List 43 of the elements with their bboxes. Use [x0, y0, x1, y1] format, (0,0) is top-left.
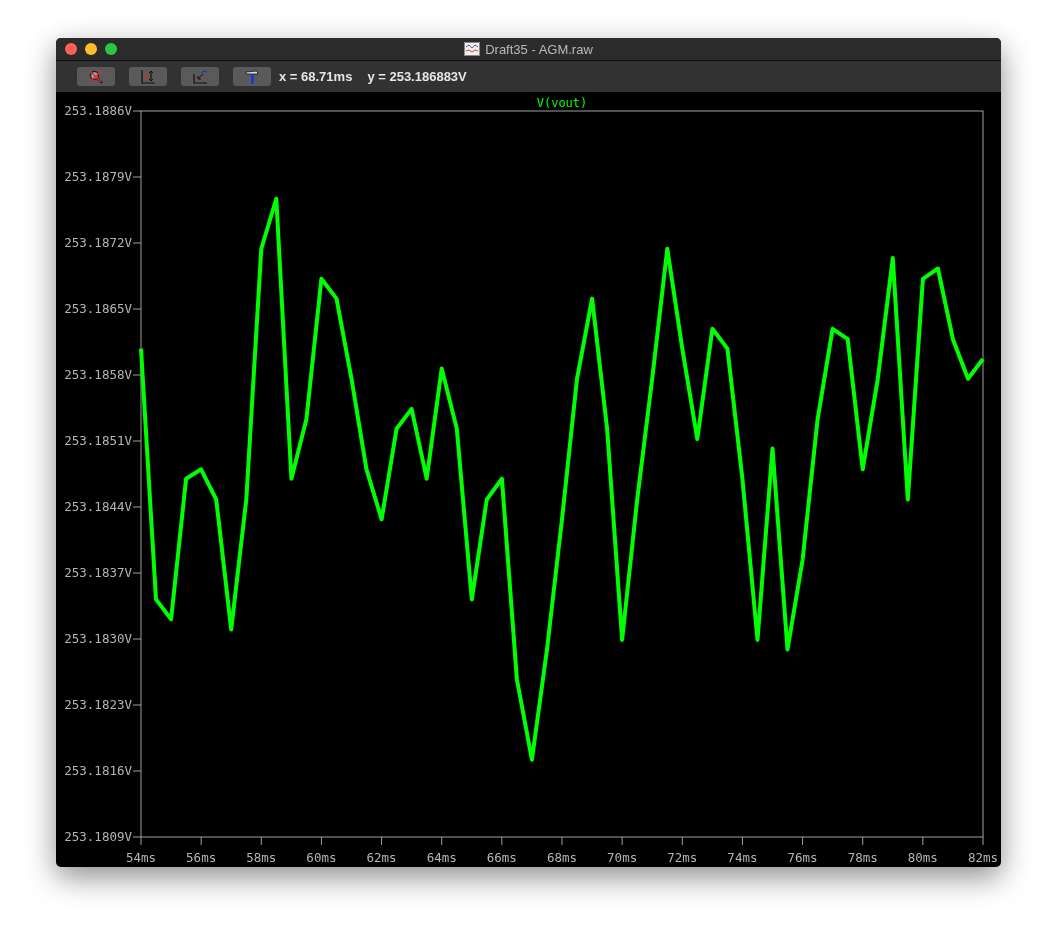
toolbar-button[interactable]: [181, 67, 219, 86]
y-tick-label: 253.1872V: [64, 235, 132, 250]
x-tick-label: 56ms: [186, 850, 217, 865]
y-tick-label: 253.1879V: [64, 169, 132, 184]
y-tick-label: 253.1837V: [64, 565, 132, 580]
chart-title: V(vout): [536, 96, 588, 110]
x-tick-label: 66ms: [486, 850, 517, 865]
x-tick-label: 78ms: [847, 850, 878, 865]
y-tick-label: 253.1865V: [64, 301, 132, 316]
toolbar-button[interactable]: [129, 67, 167, 86]
toolbar-button[interactable]: [77, 67, 115, 86]
x-tick-label: 54ms: [125, 850, 157, 865]
x-tick-label: 82ms: [967, 850, 999, 865]
x-tick-label: 70ms: [607, 850, 638, 865]
graph-arrow-icon: [192, 68, 208, 85]
axis-arrows-icon: [140, 68, 156, 85]
x-tick-label: 76ms: [787, 850, 818, 865]
x-tick-label: 72ms: [667, 850, 698, 865]
x-tick-label: 74ms: [727, 850, 758, 865]
x-tick-label: 68ms: [546, 850, 578, 865]
y-tick-label: 253.1830V: [64, 631, 132, 646]
minimize-button[interactable]: [85, 43, 97, 55]
magnifier-cross-icon: [88, 68, 104, 85]
close-button[interactable]: [65, 43, 77, 55]
y-tick-label: 253.1886V: [64, 103, 132, 118]
toolbar-button[interactable]: [233, 67, 271, 86]
x-tick-label: 64ms: [426, 850, 457, 865]
x-tick-label: 62ms: [366, 850, 397, 865]
cursor-x-readout: x = 68.71ms: [279, 69, 353, 84]
y-tick-label: 253.1851V: [64, 433, 132, 448]
y-tick-label: 253.1809V: [64, 829, 132, 844]
y-tick-label: 253.1858V: [64, 367, 132, 382]
y-tick-label: 253.1823V: [64, 697, 132, 712]
x-tick-label: 60ms: [306, 850, 337, 865]
cursor-y-readout: y = 253.186883V: [367, 69, 467, 84]
y-tick-label: 253.1844V: [64, 499, 132, 514]
x-tick-label: 80ms: [907, 850, 938, 865]
y-tick-label: 253.1816V: [64, 763, 132, 778]
hammer-icon: [244, 68, 260, 85]
waveform-document-icon: [464, 42, 481, 56]
window-title: Draft35 - AGM.raw: [485, 41, 593, 57]
maximize-button[interactable]: [105, 43, 117, 55]
x-tick-label: 58ms: [246, 850, 277, 865]
